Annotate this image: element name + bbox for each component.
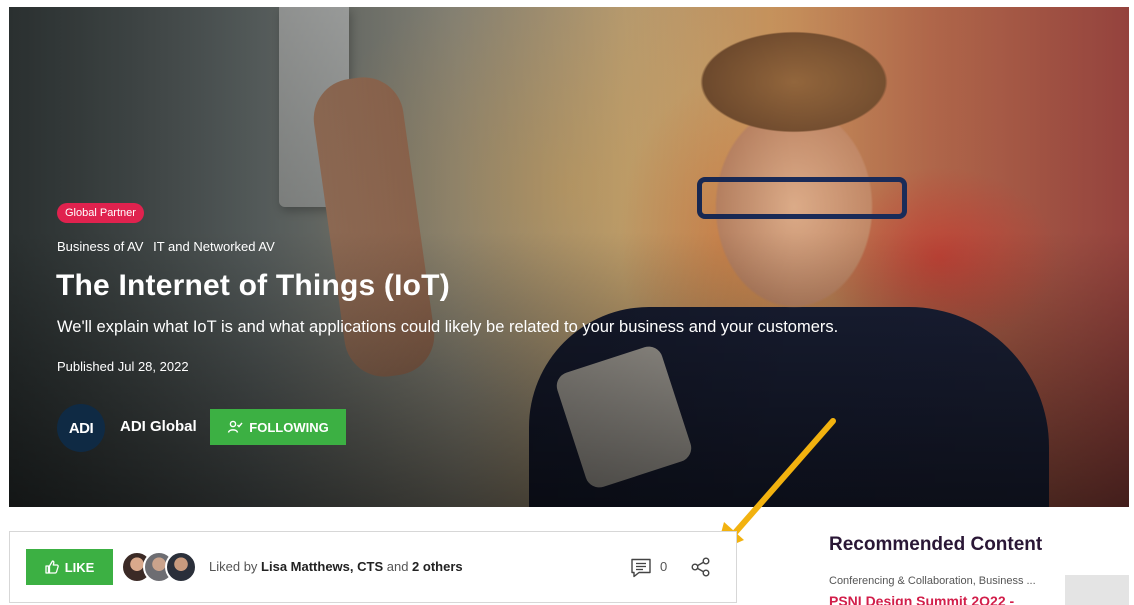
- comment-icon[interactable]: [630, 557, 652, 579]
- partner-badge: Global Partner: [57, 203, 144, 223]
- thumbs-up-icon: [45, 560, 59, 574]
- author-avatar[interactable]: ADI: [57, 404, 105, 452]
- category-link[interactable]: IT and Networked AV: [153, 239, 275, 254]
- recommended-item-thumbnail[interactable]: [1065, 575, 1129, 605]
- following-button[interactable]: FOLLOWING: [210, 409, 346, 445]
- like-label: LIKE: [64, 559, 95, 575]
- recommended-item-link[interactable]: PSNI Design Summit 2O22 -: [829, 593, 1014, 605]
- recommended-item-meta: Conferencing & Collaboration, Business .…: [829, 575, 1036, 587]
- liked-by-name[interactable]: Lisa Matthews, CTS: [261, 559, 383, 574]
- user-check-icon: [228, 420, 243, 433]
- published-date: Published Jul 28, 2022: [57, 359, 189, 374]
- category-link[interactable]: Business of AV: [57, 239, 143, 254]
- hero-banner: Global Partner Business of AV IT and Net…: [9, 7, 1129, 507]
- engagement-bar: LIKE Liked by Lisa Matthews, CTS and 2 o…: [9, 531, 737, 603]
- author-logo-text: ADI: [68, 419, 94, 437]
- liked-by-others[interactable]: 2 others: [412, 559, 463, 574]
- avatar: [165, 551, 197, 583]
- comment-count: 0: [660, 559, 668, 574]
- liked-by-text: Liked by Lisa Matthews, CTS and 2 others: [209, 559, 463, 574]
- category-list: Business of AV IT and Networked AV: [57, 239, 281, 254]
- page-subtitle: We'll explain what IoT is and what appli…: [57, 318, 839, 336]
- author-name[interactable]: ADI Global: [120, 418, 197, 435]
- page-title: The Internet of Things (IoT): [56, 269, 450, 302]
- following-label: FOLLOWING: [249, 419, 329, 435]
- share-icon[interactable]: [690, 556, 712, 578]
- liker-avatars[interactable]: [121, 551, 201, 583]
- like-button[interactable]: LIKE: [26, 549, 113, 585]
- recommended-heading: Recommended Content: [829, 534, 1043, 555]
